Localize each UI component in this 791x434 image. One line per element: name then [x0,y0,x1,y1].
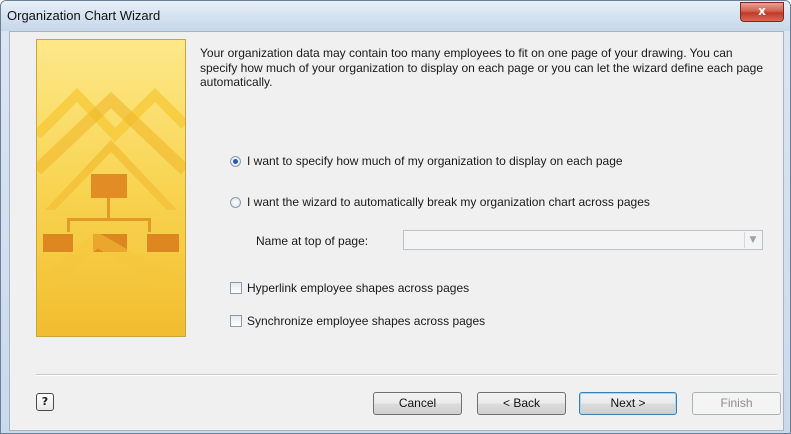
hyperlink-option[interactable]: Hyperlink employee shapes across pages [230,281,469,295]
footer-divider [36,374,777,376]
next-button[interactable]: Next > [579,392,677,415]
name-at-top-select[interactable]: ▼ [403,230,763,250]
radio-specify-label[interactable]: I want to specify how much of my organiz… [247,154,623,168]
radio-specify-option[interactable]: I want to specify how much of my organiz… [230,154,623,168]
synchronize-checkbox[interactable] [230,315,242,327]
radio-auto[interactable] [230,196,241,208]
back-button[interactable]: < Back [477,392,566,415]
wizard-window: Organization Chart Wizard x Your organiz… [0,0,791,434]
cancel-button[interactable]: Cancel [373,392,462,415]
name-at-top-label: Name at top of page: [256,234,369,248]
close-button[interactable]: x [740,2,784,22]
close-icon: x [758,4,766,18]
wizard-banner-image [36,39,186,337]
chevron-down-icon[interactable]: ▼ [744,232,761,248]
radio-auto-label[interactable]: I want the wizard to automatically break… [247,195,650,209]
finish-button[interactable]: Finish [692,392,781,415]
hyperlink-checkbox[interactable] [230,282,242,294]
synchronize-option[interactable]: Synchronize employee shapes across pages [230,314,485,328]
help-button[interactable]: ? [36,393,54,411]
radio-auto-option[interactable]: I want the wizard to automatically break… [230,195,650,209]
title-bar[interactable]: Organization Chart Wizard x [1,1,790,31]
synchronize-label[interactable]: Synchronize employee shapes across pages [247,314,485,328]
hyperlink-label[interactable]: Hyperlink employee shapes across pages [247,281,469,295]
window-title: Organization Chart Wizard [7,8,161,23]
radio-specify[interactable] [230,155,241,167]
help-icon: ? [41,395,49,408]
intro-text: Your organization data may contain too m… [200,46,764,89]
